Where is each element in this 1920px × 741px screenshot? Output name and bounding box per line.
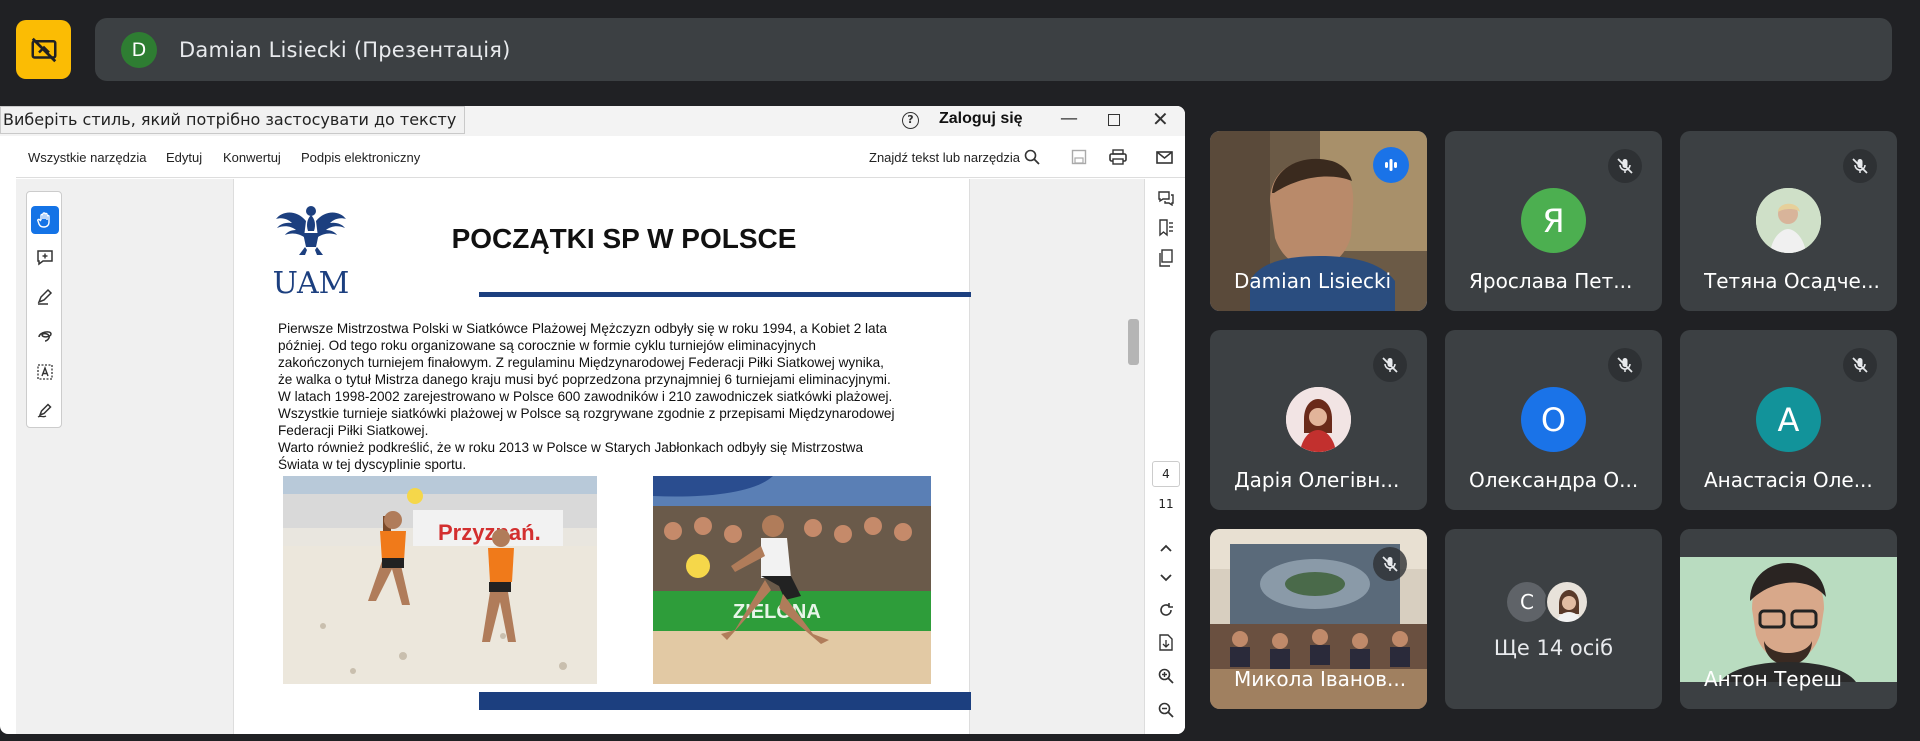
shared-screen: ? Zaloguj się — ✕ Wszystkie narzędzia Ed… — [0, 106, 1185, 734]
fill-sign-icon[interactable] — [31, 396, 59, 424]
comments-icon[interactable] — [1155, 187, 1177, 209]
body-line: Wszystkie turnieje siatkówki plażowej w … — [278, 406, 895, 421]
body-line: Świata w tej dyscyplinie sportu. — [278, 457, 467, 472]
participant-name: Дарія Олегівн... — [1234, 468, 1400, 492]
text-box-icon[interactable] — [31, 358, 59, 386]
search-icon[interactable] — [1022, 147, 1042, 167]
find-tools-search[interactable]: Znajdź tekst lub narzędzia — [869, 150, 1020, 165]
menu-e-signature[interactable]: Podpis elektroniczny — [301, 150, 420, 165]
acrobat-menubar: Wszystkie narzędzia Edytuj Konwertuj Pod… — [16, 136, 1185, 178]
participant-avatar: Я — [1521, 188, 1586, 253]
mic-off-icon — [1843, 149, 1877, 183]
rotate-icon[interactable] — [1155, 599, 1177, 621]
scroll-thumb[interactable] — [1128, 319, 1139, 365]
body-line: później. Od tego roku organizowane są co… — [278, 338, 816, 353]
participant-name: Антон Тереш — [1704, 667, 1842, 691]
menu-edit[interactable]: Edytuj — [166, 150, 202, 165]
presenter-name: Damian Lisiecki (Презентація) — [179, 37, 511, 62]
menu-all-tools[interactable]: Wszystkie narzędzia — [28, 150, 146, 165]
slide-body: Pierwsze Mistrzostwa Polski w Siatkówce … — [278, 320, 938, 473]
bookmarks-icon[interactable] — [1155, 217, 1177, 239]
help-icon[interactable]: ? — [902, 112, 919, 129]
current-page-input[interactable]: 4 — [1152, 461, 1180, 487]
close-icon[interactable]: ✕ — [1152, 107, 1169, 131]
email-icon[interactable] — [1154, 147, 1174, 167]
restore-icon[interactable] — [1108, 114, 1120, 126]
participant-photo-avatar — [1545, 580, 1589, 624]
style-tooltip: Виберіть стиль, який потрібно застосуват… — [0, 106, 466, 134]
body-line: Warto również podkreślić, że w roku 2013… — [278, 440, 864, 455]
pdf-page: UAM POCZĄTKI SP W POLSCE Pierwsze Mistrz… — [233, 179, 971, 734]
body-line: że walka o tytuł Mistrza danego kraju mu… — [278, 372, 891, 387]
participant-tile-dariia[interactable]: Дарія Олегівн... — [1210, 330, 1427, 510]
previous-page-icon[interactable] — [1155, 537, 1177, 559]
mic-off-icon — [1373, 547, 1407, 581]
present-to-all-off-icon — [31, 37, 56, 62]
presenter-banner: D Damian Lisiecki (Презентація) — [95, 18, 1892, 81]
participant-tile-damian[interactable]: Damian Lisiecki — [1210, 131, 1427, 311]
participant-tile-oleksandra[interactable]: О Олександра О... — [1445, 330, 1662, 510]
participant-photo-avatar — [1756, 188, 1821, 253]
title-rule — [479, 292, 971, 297]
quick-tools-bar — [26, 191, 62, 428]
participant-name: Ярослава Пет... — [1469, 269, 1633, 293]
participant-tile-anton[interactable]: Антон Тереш — [1680, 529, 1897, 709]
participant-tile-yaroslava[interactable]: Я Ярослава Пет... — [1445, 131, 1662, 311]
total-pages: 11 — [1158, 497, 1174, 511]
hand-tool-icon[interactable] — [31, 206, 59, 234]
participant-avatar: А — [1756, 387, 1821, 452]
meeting-top-bar: D Damian Lisiecki (Презентація) — [0, 0, 1920, 100]
presenter-avatar: D — [121, 31, 157, 68]
banner-text: Przyznań. — [438, 520, 541, 545]
slide-title: POCZĄTKI SP W POLSCE — [451, 223, 797, 254]
body-line: Federacji Piłki Siatkowej. — [278, 423, 429, 438]
stop-presenting-button[interactable] — [16, 20, 71, 79]
participant-tile-mykola[interactable]: Микола Іванов... — [1210, 529, 1427, 709]
document-workarea: UAM POCZĄTKI SP W POLSCE Pierwsze Mistrz… — [16, 179, 1185, 734]
extract-page-icon[interactable] — [1155, 631, 1177, 653]
print-icon[interactable] — [1108, 147, 1128, 167]
login-link[interactable]: Zaloguj się — [939, 110, 1023, 128]
zoom-in-icon[interactable] — [1155, 665, 1177, 687]
body-line: Pierwsze Mistrzostwa Polski w Siatkówce … — [278, 321, 887, 336]
menu-convert[interactable]: Konwertuj — [223, 150, 281, 165]
body-line: zakończonych turniejem finałowym. Z regu… — [278, 355, 884, 370]
participant-photo-avatar — [1286, 387, 1351, 452]
draw-freeform-icon[interactable] — [31, 320, 59, 348]
zoom-out-icon[interactable] — [1155, 699, 1177, 721]
bottom-rule — [479, 692, 971, 710]
next-page-icon[interactable] — [1155, 567, 1177, 589]
highlight-pen-icon[interactable] — [31, 282, 59, 310]
right-tools-panel: 4 11 — [1144, 179, 1185, 734]
participant-name: Олександра О... — [1469, 468, 1639, 492]
page-thumbnails-icon[interactable] — [1155, 247, 1177, 269]
participant-tile-anastasiia[interactable]: А Анастасія Оле... — [1680, 330, 1897, 510]
logo-text: UAM — [273, 266, 350, 296]
minimize-icon[interactable]: — — [1060, 108, 1078, 129]
mic-off-icon — [1373, 348, 1407, 382]
participant-name: Damian Lisiecki — [1234, 269, 1392, 293]
vertical-scrollbar[interactable] — [1125, 179, 1142, 734]
more-participants-tile[interactable]: С Ще 14 осіб — [1445, 529, 1662, 709]
participant-avatar: О — [1521, 387, 1586, 452]
mic-off-icon — [1843, 348, 1877, 382]
more-participants-avatars: С — [1507, 580, 1607, 624]
add-comment-icon[interactable] — [31, 244, 59, 272]
participant-name: Микола Іванов... — [1234, 667, 1407, 691]
participant-name: Тетяна Осадче... — [1704, 269, 1880, 293]
beach-volleyball-photo-1: Przyznań. — [283, 476, 597, 684]
participant-tile-tetiana[interactable]: Тетяна Осадче... — [1680, 131, 1897, 311]
save-icon[interactable] — [1069, 147, 1089, 167]
mic-off-icon — [1608, 348, 1642, 382]
beach-volleyball-photo-2: ZIELONA — [653, 476, 931, 684]
participant-avatar: С — [1507, 582, 1547, 622]
participant-name: Анастасія Оле... — [1704, 468, 1873, 492]
mic-off-icon — [1608, 149, 1642, 183]
speaking-indicator-icon — [1373, 147, 1409, 183]
body-line: W latach 1998-2002 zarejestrowano w Pols… — [278, 389, 893, 404]
more-participants-label: Ще 14 осіб — [1493, 636, 1614, 660]
uam-logo: UAM — [272, 201, 350, 301]
